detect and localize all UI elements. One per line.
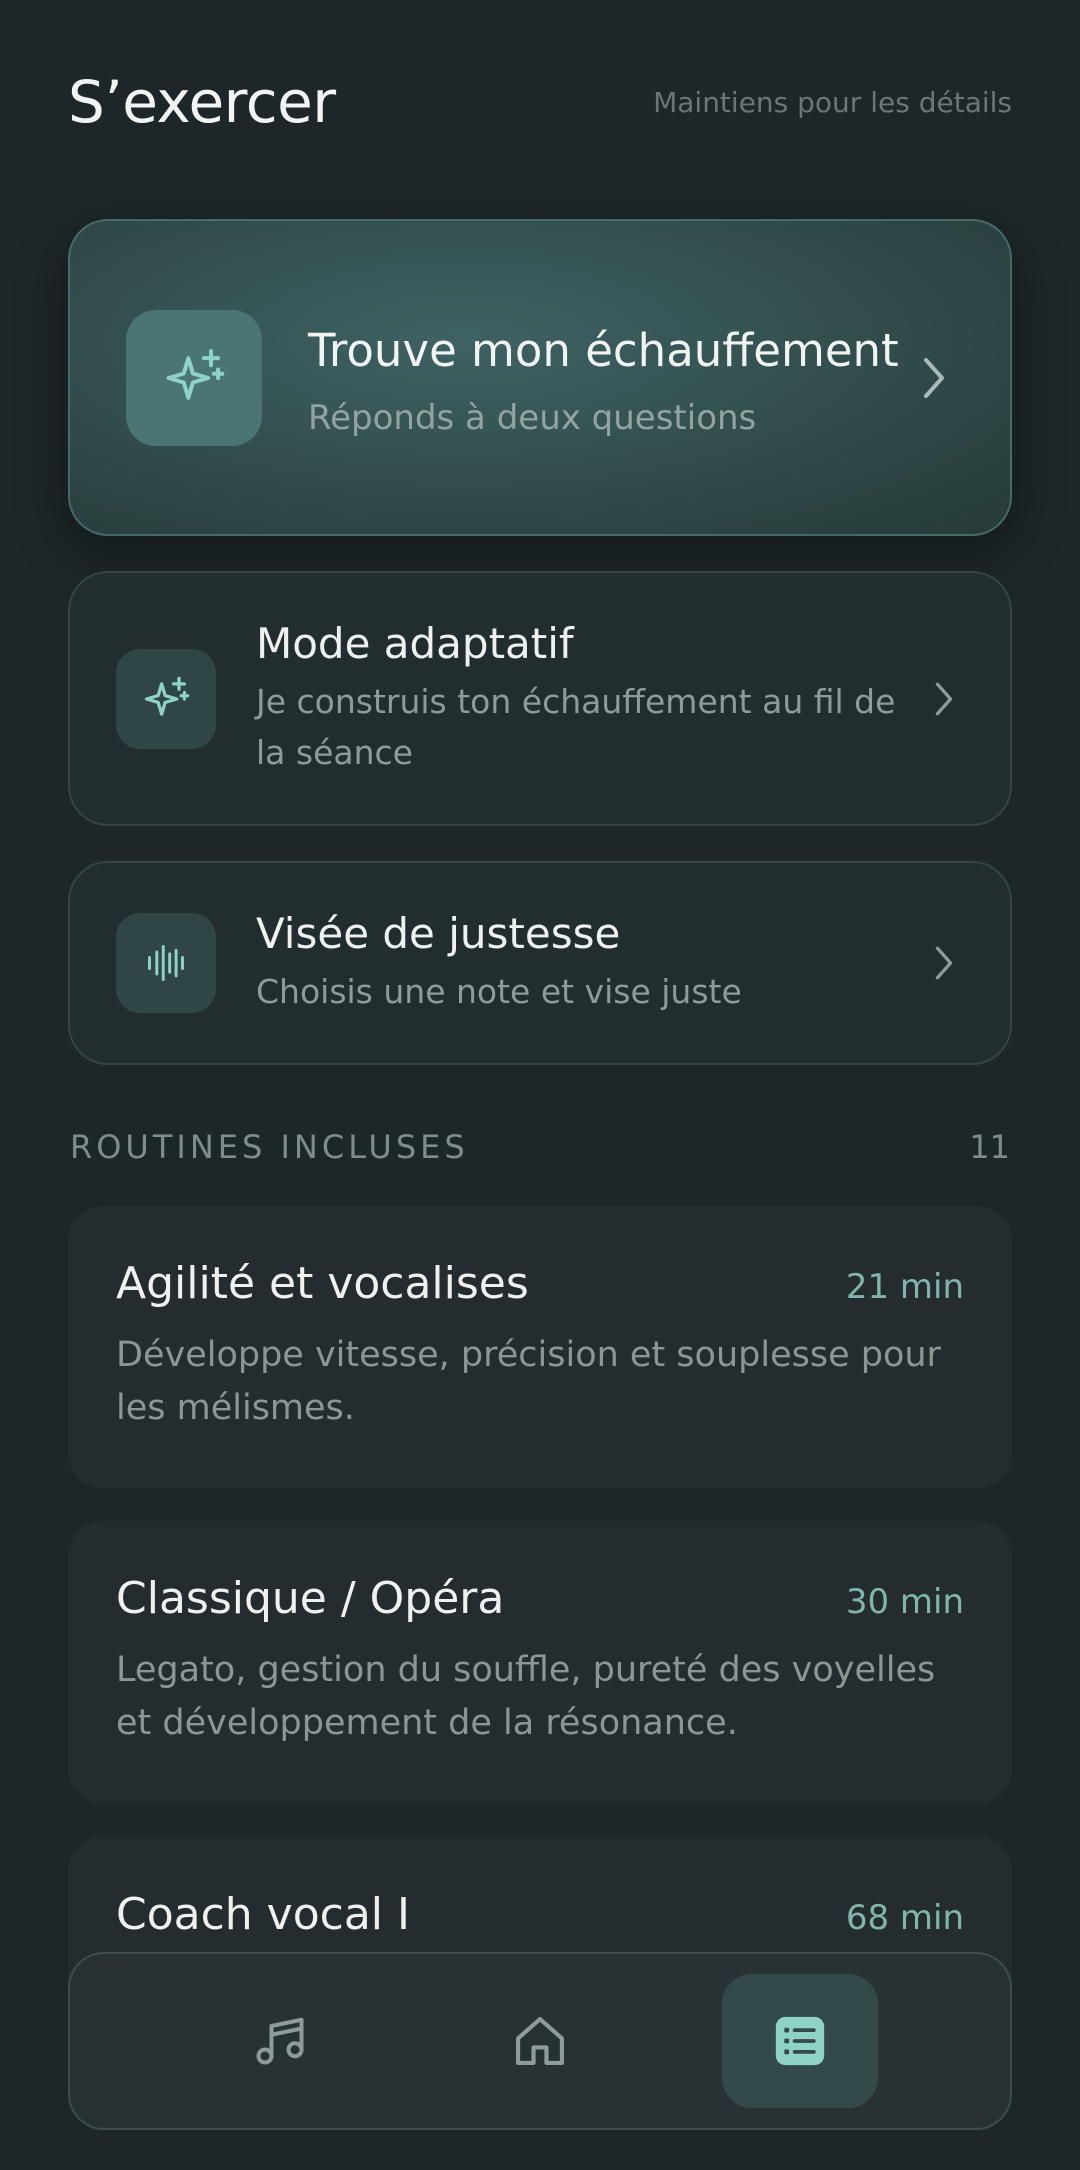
section-title: ROUTINES INCLUSES [70,1128,469,1166]
routine-card[interactable]: Classique / Opéra 30 min Legato, gestion… [68,1521,1012,1803]
sparkles-icon [116,648,216,749]
tab-music[interactable] [202,1974,358,2108]
find-warmup-subtitle: Réponds à deux questions [308,397,757,438]
routine-duration: 30 min [845,1582,964,1622]
chevron-right-icon [914,356,954,400]
find-warmup-text: Trouve mon échauffement Réponds à deux q… [308,318,914,438]
routine-header: Agilité et vocalises 21 min [116,1258,964,1309]
adaptive-mode-card[interactable]: Mode adaptatif Je construis ton échauffe… [68,571,1012,826]
music-note-icon [256,2017,304,2065]
find-warmup-card[interactable]: Trouve mon échauffement Réponds à deux q… [68,219,1012,536]
chevron-right-icon [924,945,964,981]
long-press-hint: Maintiens pour les détails [653,85,1012,119]
pitch-target-subtitle: Choisis une note et vise juste [256,972,742,1011]
pitch-target-card[interactable]: Visée de justesse Choisis une note et vi… [68,861,1012,1065]
chevron-right-icon [924,681,964,717]
pitch-target-title: Visée de justesse [256,909,621,958]
routine-name: Classique / Opéra [116,1573,505,1624]
tab-practice[interactable] [722,1974,878,2108]
routine-header: Classique / Opéra 30 min [116,1573,964,1624]
routine-card[interactable]: Agilité et vocalises 21 min Développe vi… [68,1206,1012,1488]
routine-description: Développe vitesse, précision et soupless… [116,1335,941,1428]
practice-screen: S’exercer Maintiens pour les détails Tro… [0,0,1080,2170]
routine-count: 11 [969,1128,1010,1166]
adaptive-mode-text: Mode adaptatif Je construis ton échauffe… [256,619,924,778]
page-title: S’exercer [68,68,336,136]
adaptive-mode-title: Mode adaptatif [256,619,574,668]
routine-description: Legato, gestion du souffle, pureté des v… [116,1650,936,1743]
home-icon [515,2016,565,2066]
routine-name: Agilité et vocalises [116,1258,529,1309]
adaptive-mode-subtitle: Je construis ton échauffement au fil de … [256,682,896,772]
waveform-icon [116,913,216,1013]
routine-header: Coach vocal I 68 min [116,1889,964,1940]
sparkles-icon [126,309,262,446]
find-warmup-title: Trouve mon échauffement [308,323,899,377]
bottom-tab-bar [68,1952,1012,2130]
routine-name: Coach vocal I [116,1889,410,1940]
routine-duration: 68 min [845,1898,964,1938]
routines-section-header: ROUTINES INCLUSES 11 [70,1122,1010,1172]
tab-home[interactable] [462,1974,618,2108]
pitch-target-text: Visée de justesse Choisis une note et vi… [256,909,924,1017]
routine-duration: 21 min [845,1267,964,1307]
list-icon [775,2016,825,2066]
header: S’exercer Maintiens pour les détails [68,62,1012,142]
